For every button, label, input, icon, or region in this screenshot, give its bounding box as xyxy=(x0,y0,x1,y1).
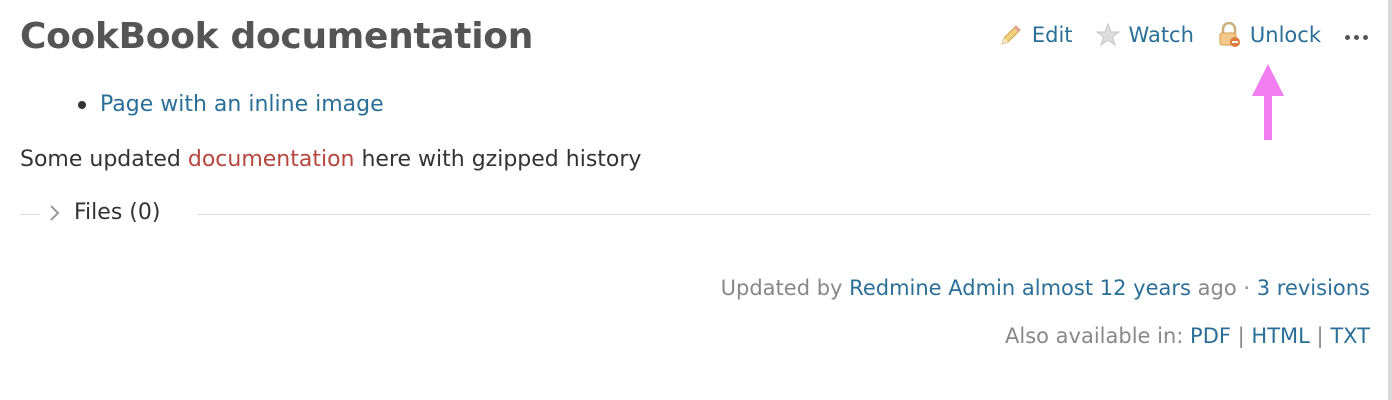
page-title: CookBook documentation xyxy=(20,16,534,57)
unlock-label: Unlock xyxy=(1249,23,1321,47)
bullet-icon xyxy=(78,100,86,109)
scrollbar-edge xyxy=(1388,0,1392,400)
watch-button[interactable]: Watch xyxy=(1095,22,1194,48)
updated-info: Updated by Redmine Admin almost 12 years… xyxy=(721,276,1370,300)
format-separator: | xyxy=(1316,324,1324,348)
annotation-arrow-icon xyxy=(1252,64,1284,140)
divider xyxy=(198,214,1370,215)
updated-time-link[interactable]: almost 12 years xyxy=(1022,276,1191,300)
divider xyxy=(20,214,40,215)
documentation-link[interactable]: documentation xyxy=(188,147,355,172)
edit-label: Edit xyxy=(1031,23,1073,47)
ellipsis-icon[interactable] xyxy=(1345,31,1368,40)
edit-button[interactable]: Edit xyxy=(998,22,1073,48)
html-link[interactable]: HTML xyxy=(1251,324,1309,348)
contextual-actions: Edit Watch Unlock xyxy=(976,22,1368,48)
author-link[interactable]: Redmine Admin xyxy=(849,276,1015,300)
format-separator: | xyxy=(1237,324,1245,348)
star-icon xyxy=(1095,22,1121,47)
dot xyxy=(1354,34,1359,40)
lock-icon xyxy=(1219,22,1240,47)
toc-link[interactable]: Page with an inline image xyxy=(100,92,384,117)
wiki-page: CookBook documentation Edit Watch Unlock… xyxy=(0,0,1392,400)
attachments-fieldset: Files (0) xyxy=(20,200,1370,230)
files-label: Files (0) xyxy=(74,200,161,225)
paragraph-text-before: Some updated xyxy=(20,147,188,172)
ago-text: ago xyxy=(1197,276,1237,300)
files-toggle[interactable]: Files (0) xyxy=(48,200,160,225)
txt-link[interactable]: TXT xyxy=(1330,324,1370,348)
dot xyxy=(1363,34,1368,40)
watch-label: Watch xyxy=(1128,23,1194,47)
also-label: Also available in: xyxy=(1005,324,1184,348)
export-formats: Also available in: PDF | HTML | TXT xyxy=(1005,324,1370,348)
toc-list-item: Page with an inline image xyxy=(78,92,384,117)
wiki-paragraph: Some updated documentation here with gzi… xyxy=(20,147,641,172)
separator: · xyxy=(1243,276,1251,300)
revisions-link[interactable]: 3 revisions xyxy=(1257,276,1370,300)
paragraph-text-after: here with gzipped history xyxy=(354,147,642,172)
pencil-icon xyxy=(1001,25,1021,45)
dot xyxy=(1345,34,1350,40)
unlock-button[interactable]: Unlock xyxy=(1216,22,1321,48)
chevron-right-icon xyxy=(50,204,60,221)
updated-prefix: Updated by xyxy=(720,276,843,300)
pdf-link[interactable]: PDF xyxy=(1190,324,1231,348)
